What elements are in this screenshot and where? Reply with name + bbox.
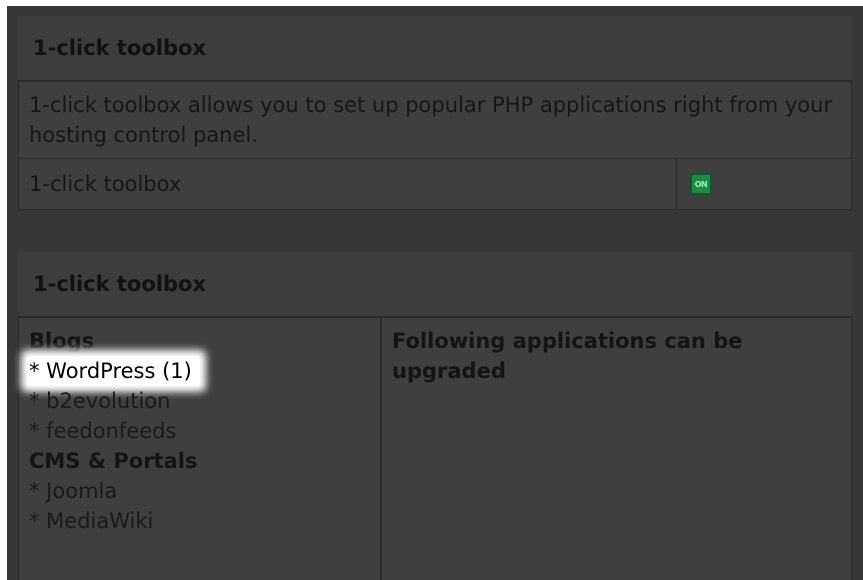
toggle-label: ON <box>694 179 708 189</box>
app-link-feedonfeeds[interactable]: * feedonfeeds <box>29 416 380 446</box>
app-link-mediawiki[interactable]: * MediaWiki <box>29 506 380 536</box>
panel-title: 1-click toolbox <box>18 252 852 318</box>
apps-panel-body: Blogs * WordPress (1) * b2evolution * fe… <box>18 318 852 580</box>
toolbox-setting-row: 1-click toolbox ON <box>18 158 852 210</box>
toolbox-apps-panel: 1-click toolbox Blogs * WordPress (1) * … <box>18 252 852 580</box>
panel-description: 1-click toolbox allows you to set up pop… <box>18 82 852 158</box>
app-link-b2evolution[interactable]: * b2evolution <box>29 386 380 416</box>
upgrade-heading: Following applications can be upgraded <box>392 329 743 383</box>
setting-toggle-cell: ON <box>677 159 851 209</box>
category-cms-portals: CMS & Portals <box>29 449 198 473</box>
on-toggle-button[interactable]: ON <box>690 173 712 195</box>
toolbox-settings-panel: 1-click toolbox 1-click toolbox allows y… <box>18 16 852 210</box>
app-link-wordpress[interactable]: * WordPress (1) <box>27 356 200 386</box>
app-link-joomla[interactable]: * Joomla <box>29 476 380 506</box>
app-categories-list: Blogs * WordPress (1) * b2evolution * fe… <box>19 318 382 580</box>
setting-label: 1-click toolbox <box>19 159 677 209</box>
panel-title: 1-click toolbox <box>18 16 852 82</box>
category-blogs: Blogs <box>29 329 95 353</box>
